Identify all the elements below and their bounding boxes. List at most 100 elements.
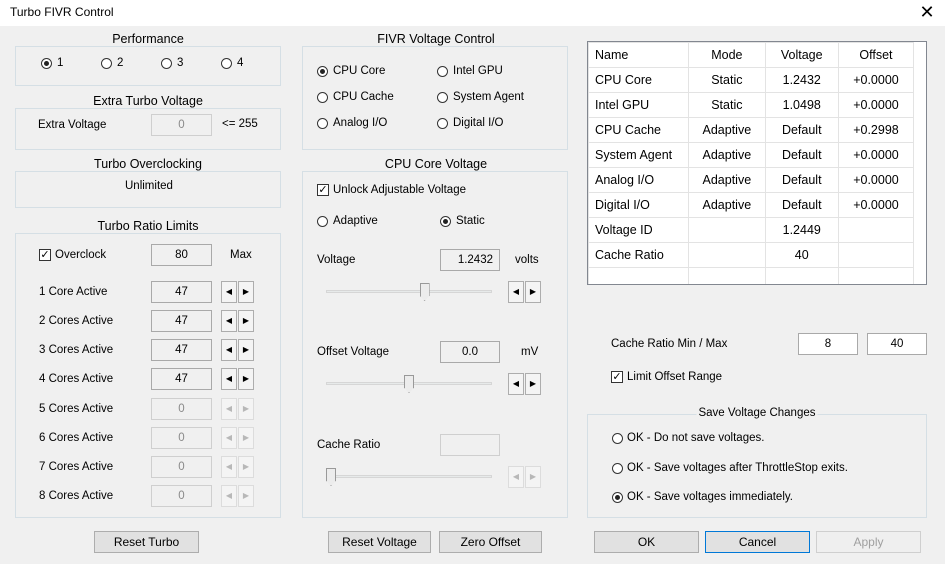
left-arrow-icon[interactable]: ◀ <box>221 427 237 449</box>
right-arrow-icon[interactable]: ▶ <box>238 310 254 332</box>
core-ratio-field[interactable]: 0 <box>151 485 212 507</box>
extra-voltage-field[interactable]: 0 <box>151 114 212 136</box>
core-ratio-spinner[interactable]: ◀ ▶ <box>221 398 255 420</box>
core-active-label: 3 Cores Active <box>39 344 114 356</box>
voltage-unit: volts <box>515 254 539 266</box>
right-arrow-icon[interactable]: ▶ <box>525 373 541 395</box>
table-cell: Adaptive <box>688 167 766 193</box>
left-arrow-icon[interactable]: ◀ <box>221 368 237 390</box>
voltage-spinner[interactable]: ◀ ▶ <box>508 281 542 303</box>
adaptive-label: Adaptive <box>333 215 378 227</box>
table-cell: Intel GPU <box>588 92 690 118</box>
zero-offset-button[interactable]: Zero Offset <box>439 531 542 553</box>
left-arrow-icon[interactable]: ◀ <box>508 373 524 395</box>
performance-radio-4[interactable] <box>221 58 232 69</box>
left-arrow-icon[interactable]: ◀ <box>221 456 237 478</box>
table-cell: +0.0000 <box>837 167 915 193</box>
right-arrow-icon[interactable]: ▶ <box>238 485 254 507</box>
right-arrow-icon[interactable]: ▶ <box>525 281 541 303</box>
performance-radio-1[interactable] <box>41 58 52 69</box>
left-arrow-icon[interactable]: ◀ <box>508 466 524 488</box>
right-arrow-icon[interactable]: ▶ <box>238 281 254 303</box>
fivr-radio[interactable] <box>317 92 328 103</box>
right-arrow-icon[interactable]: ▶ <box>238 368 254 390</box>
performance-radio-2[interactable] <box>101 58 112 69</box>
table-row <box>588 267 915 284</box>
close-icon[interactable]: ✕ <box>915 0 939 24</box>
core-ratio-spinner[interactable]: ◀ ▶ <box>221 310 255 332</box>
right-arrow-icon[interactable]: ▶ <box>238 456 254 478</box>
fivr-radio[interactable] <box>437 92 448 103</box>
offset-voltage-field[interactable]: 0.0 <box>440 341 500 363</box>
save-option-radio[interactable] <box>612 463 623 474</box>
window-title: Turbo FIVR Control <box>10 5 114 19</box>
left-arrow-icon[interactable]: ◀ <box>221 339 237 361</box>
cache-slider-track[interactable] <box>326 475 492 478</box>
save-option-radio[interactable] <box>612 433 623 444</box>
column-header: Offset <box>837 42 915 68</box>
table-cell: CPU Cache <box>588 117 690 143</box>
right-arrow-icon[interactable]: ▶ <box>525 466 541 488</box>
apply-button[interactable]: Apply <box>816 531 921 553</box>
core-ratio-field[interactable]: 47 <box>151 281 212 303</box>
static-radio[interactable] <box>440 216 451 227</box>
core-ratio-spinner[interactable]: ◀ ▶ <box>221 456 255 478</box>
unlock-voltage-label: Unlock Adjustable Voltage <box>333 184 466 196</box>
left-arrow-icon[interactable]: ◀ <box>221 281 237 303</box>
adaptive-radio[interactable] <box>317 216 328 227</box>
table-row: Digital I/O Adaptive Default +0.0000 <box>588 192 915 218</box>
reset-turbo-button[interactable]: Reset Turbo <box>94 531 199 553</box>
overclock-checkbox[interactable]: ✓ <box>39 249 51 261</box>
core-ratio-spinner[interactable]: ◀ ▶ <box>221 339 255 361</box>
core-active-label: 8 Cores Active <box>39 490 114 502</box>
left-arrow-icon[interactable]: ◀ <box>221 398 237 420</box>
voltage-slider-track[interactable] <box>326 290 492 293</box>
fivr-radio[interactable] <box>317 118 328 129</box>
left-arrow-icon[interactable]: ◀ <box>508 281 524 303</box>
table-cell: CPU Core <box>588 67 690 93</box>
table-cell: Default <box>764 117 839 143</box>
turbo-overclocking-status: Unlimited <box>125 180 173 192</box>
performance-radio-3[interactable] <box>161 58 172 69</box>
voltage-field[interactable]: 1.2432 <box>440 249 500 271</box>
cache-spinner[interactable]: ◀ ▶ <box>508 466 542 488</box>
right-arrow-icon[interactable]: ▶ <box>238 398 254 420</box>
core-ratio-spinner[interactable]: ◀ ▶ <box>221 281 255 303</box>
overclock-value-field[interactable]: 80 <box>151 244 212 266</box>
limit-offset-checkbox[interactable]: ✓ <box>611 371 623 383</box>
core-ratio-spinner[interactable]: ◀ ▶ <box>221 368 255 390</box>
right-arrow-icon[interactable]: ▶ <box>238 339 254 361</box>
right-arrow-icon[interactable]: ▶ <box>238 427 254 449</box>
save-option-radio[interactable] <box>612 492 623 503</box>
ok-button[interactable]: OK <box>594 531 699 553</box>
core-active-label: 2 Cores Active <box>39 315 114 327</box>
column-header: Name <box>588 42 690 68</box>
table-row: CPU Cache Adaptive Default +0.2998 <box>588 117 915 143</box>
cancel-button[interactable]: Cancel <box>705 531 810 553</box>
table-cell: Adaptive <box>688 142 766 168</box>
core-ratio-field[interactable]: 47 <box>151 310 212 332</box>
core-ratio-field[interactable]: 0 <box>151 456 212 478</box>
fivr-radio[interactable] <box>437 118 448 129</box>
core-ratio-field[interactable]: 0 <box>151 398 212 420</box>
performance-title: Performance <box>110 32 186 46</box>
core-ratio-field[interactable]: 47 <box>151 339 212 361</box>
left-arrow-icon[interactable]: ◀ <box>221 485 237 507</box>
core-ratio-spinner[interactable]: ◀ ▶ <box>221 427 255 449</box>
cache-ratio-max-field[interactable]: 40 <box>867 333 927 355</box>
fivr-radio[interactable] <box>317 66 328 77</box>
core-ratio-field[interactable]: 0 <box>151 427 212 449</box>
table-row: Intel GPU Static 1.0498 +0.0000 <box>588 92 915 118</box>
cache-ratio-min-field[interactable]: 8 <box>798 333 858 355</box>
fivr-radio[interactable] <box>437 66 448 77</box>
fivr-option-label: Intel GPU <box>453 65 503 77</box>
cache-ratio-field[interactable] <box>440 434 500 456</box>
reset-voltage-button[interactable]: Reset Voltage <box>328 531 431 553</box>
table-cell: Static <box>688 92 766 118</box>
offset-spinner[interactable]: ◀ ▶ <box>508 373 542 395</box>
save-changes-title: Save Voltage Changes <box>696 407 818 419</box>
core-ratio-field[interactable]: 47 <box>151 368 212 390</box>
unlock-voltage-checkbox[interactable]: ✓ <box>317 184 329 196</box>
core-ratio-spinner[interactable]: ◀ ▶ <box>221 485 255 507</box>
left-arrow-icon[interactable]: ◀ <box>221 310 237 332</box>
